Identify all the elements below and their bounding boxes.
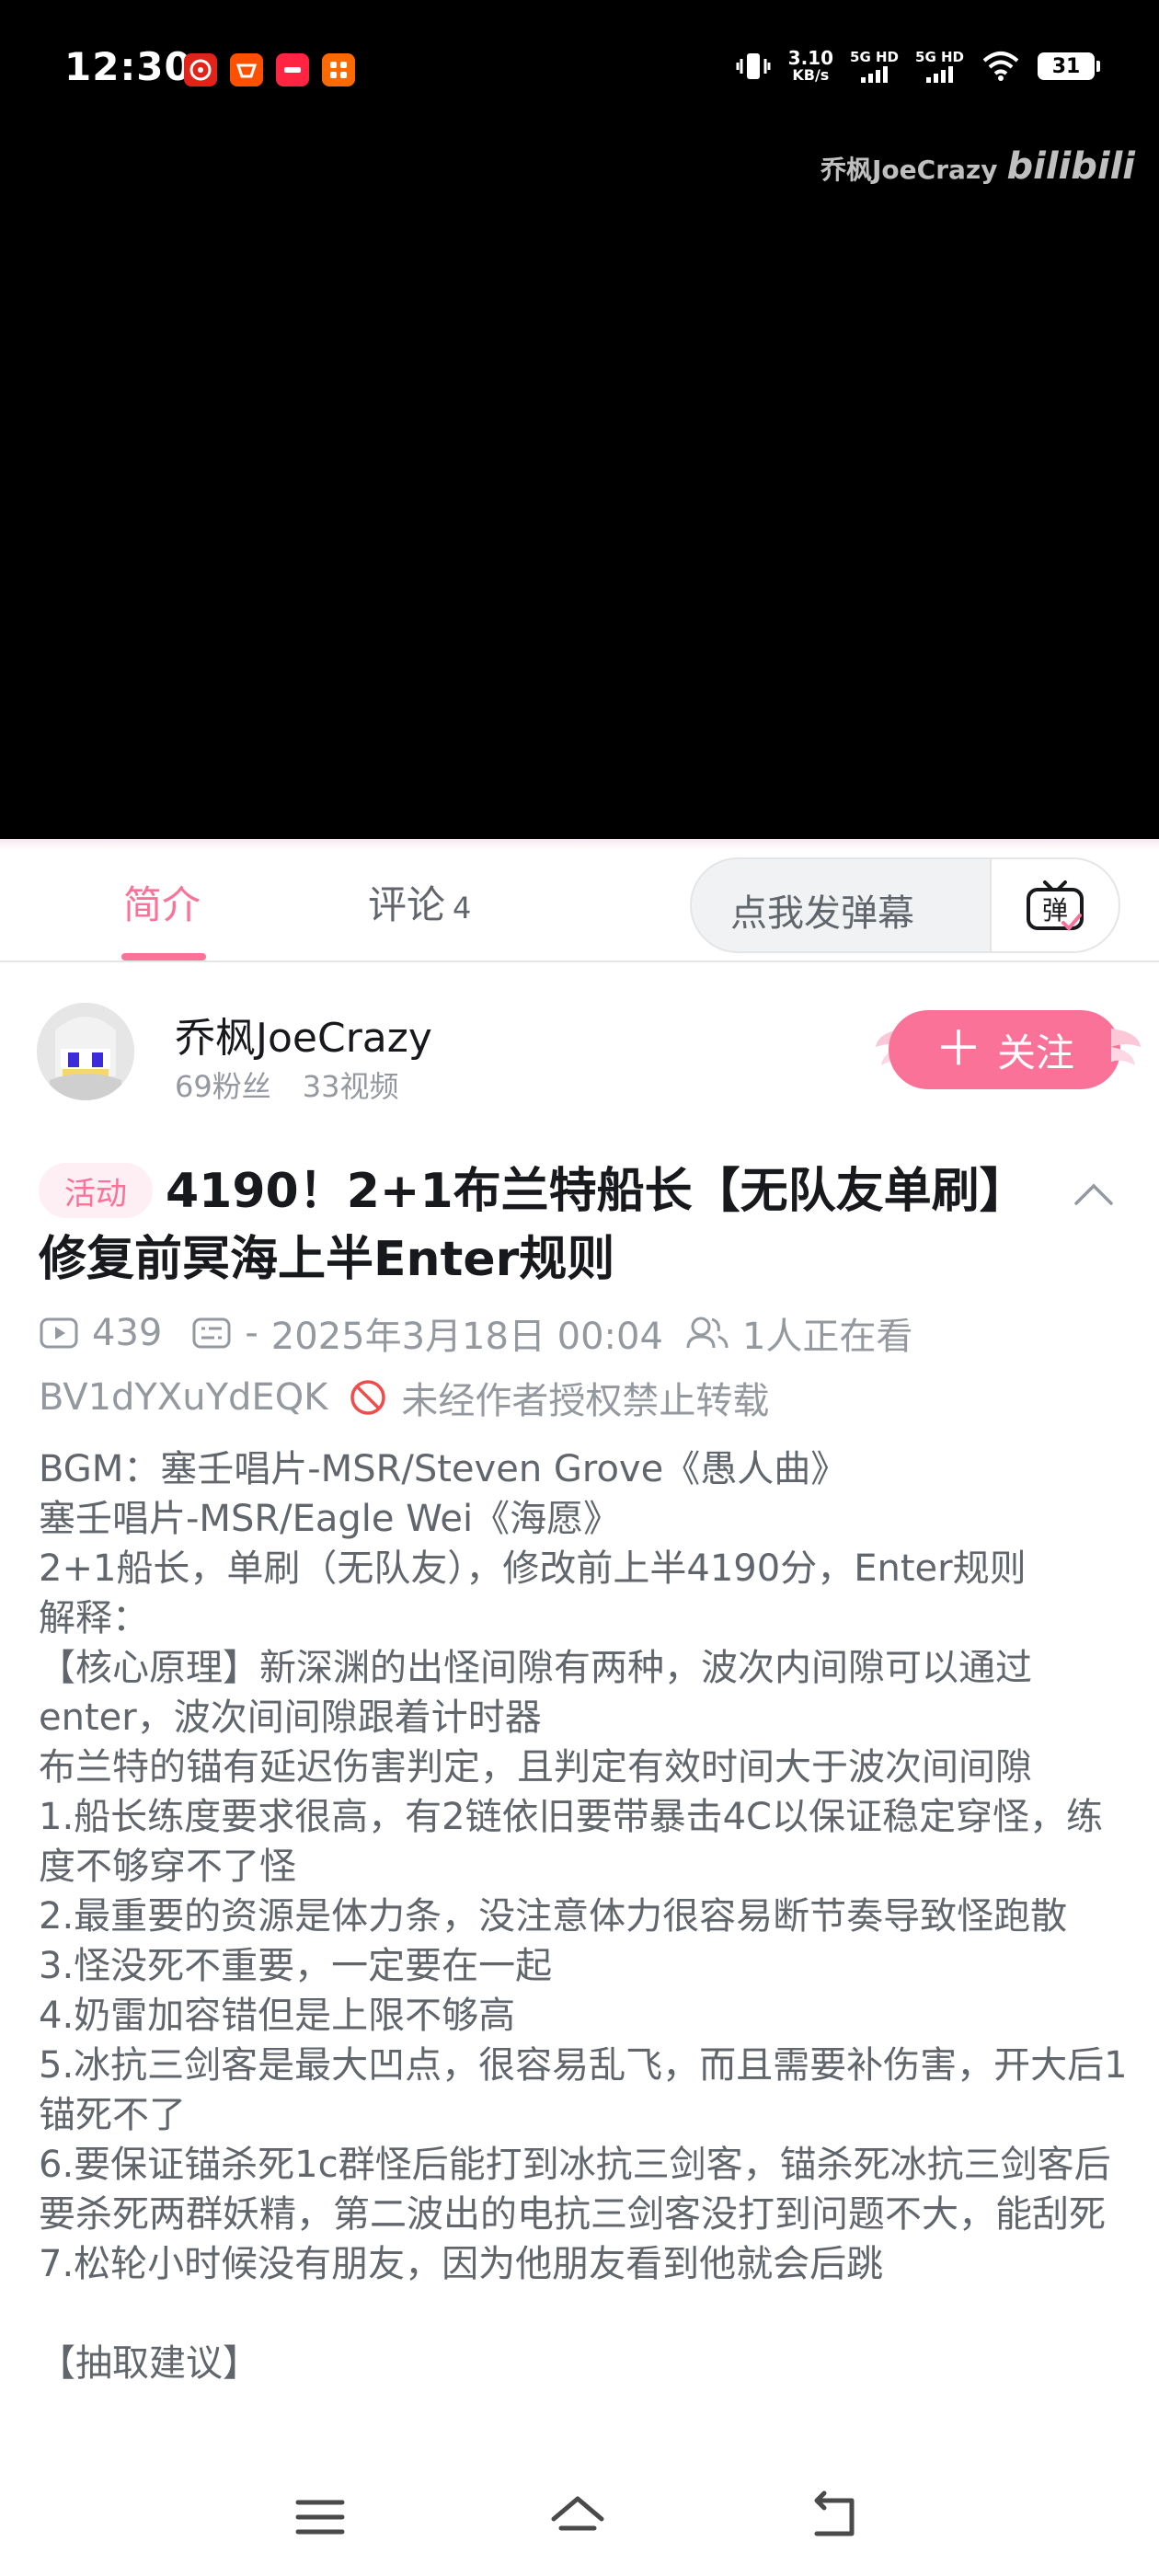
bvid[interactable]: BV1dYXuYdEQK	[39, 1376, 327, 1419]
comment-count: 4	[453, 891, 472, 926]
svg-text:弹: 弹	[1042, 895, 1068, 926]
wifi-icon	[982, 52, 1019, 81]
xiaohongshu-icon	[276, 53, 309, 86]
follow-label: 关注	[997, 1029, 1075, 1075]
description-line: 2.最重要的资源是体力条，没注意体力很容易断节奏导致怪跑散	[39, 1895, 1068, 1938]
description-line: 【抽取建议】	[39, 2342, 259, 2385]
vibrate-icon	[736, 53, 771, 79]
notification-icons	[184, 53, 355, 86]
follow-wing-right-icon	[1111, 1029, 1141, 1065]
collapse-chevron-up-icon[interactable]	[1073, 1174, 1115, 1216]
tab-comments-label: 评论	[368, 882, 446, 927]
sim2-label: 5G HD	[915, 49, 964, 65]
sim2-signal-icon: 5G HD	[915, 50, 964, 83]
bilibili-logo: bilibili	[1006, 145, 1135, 188]
description-line: 6.要保证锚杀死1c群怪后能打到冰抗三剑客，锚杀死冰抗三剑客后要杀死两群妖精，第…	[39, 2144, 1111, 2236]
net-speed-unit: KB/s	[792, 66, 830, 84]
avatar-image	[37, 1003, 134, 1100]
tab-comments[interactable]: 评论 4	[368, 874, 471, 930]
no-repost-icon	[350, 1380, 386, 1415]
system-nav-bar	[0, 2456, 1159, 2576]
video-description: BGM：塞壬唱片-MSR/Steven Grove《愚人曲》 塞壬唱片-MSR/…	[39, 1444, 1133, 2388]
danmaku-count: -	[245, 1312, 258, 1354]
status-bar: 12:30 3.10 KB/s 5G HD 5G HD 31	[0, 0, 1159, 138]
uploader-avatar[interactable]	[37, 1003, 134, 1100]
play-count-icon	[40, 1317, 78, 1349]
description-line: 【核心原理】新深渊的出怪间隙有两种，波次内间隙可以通过enter，波次间间隙跟着…	[39, 1647, 1032, 1739]
home-icon[interactable]	[548, 2488, 607, 2547]
description-line: 5.冰抗三剑客是最大凹点，很容易乱飞，而且需要补伤害，开大后1锚死不了	[39, 2044, 1128, 2136]
video-meta-secondary: BV1dYXuYdEQK 未经作者授权禁止转载	[39, 1371, 769, 1424]
uploader-stats: 69粉丝 33视频	[175, 1064, 398, 1106]
status-time: 12:30	[64, 44, 192, 89]
watermark-name: 乔枫JoeCrazy	[820, 155, 998, 185]
description-line: 解释：	[39, 1597, 149, 1639]
uploader-name[interactable]: 乔枫JoeCrazy	[175, 1005, 432, 1064]
publish-date: 2025年3月18日 00:04	[270, 1316, 663, 1358]
watching-count: 1人正在看	[741, 1316, 913, 1358]
tab-intro-label: 简介	[123, 882, 201, 927]
taobao-icon	[230, 53, 263, 86]
uploader-fans: 69粉丝	[175, 1069, 271, 1104]
tab-active-indicator	[121, 953, 206, 960]
network-speed: 3.10 KB/s	[788, 49, 833, 84]
menu-icon[interactable]	[291, 2488, 350, 2547]
follow-button[interactable]: ＋ 关注	[889, 1010, 1120, 1089]
description-line: 7.松轮小时候没有朋友，因为他朋友看到他就会后跳	[39, 2243, 884, 2285]
description-line: 布兰特的锚有延迟伤害判定，且判定有效时间大于波次间间隙	[39, 1746, 1032, 1788]
description-line: 3.怪没死不重要，一定要在一起	[39, 1945, 553, 1987]
view-count: 439	[92, 1312, 163, 1354]
copyright-notice: 未经作者授权禁止转载	[401, 1380, 770, 1422]
uploader-videos: 33视频	[302, 1069, 399, 1104]
back-icon[interactable]	[806, 2488, 865, 2547]
description-line: 4.奶雷加容错但是上限不够高	[39, 1995, 516, 2037]
tab-bar: 简介 评论 4 点我发弹幕 弹	[0, 839, 1159, 962]
danmaku-toggle-button[interactable]: 弹	[990, 859, 1119, 951]
plus-icon: ＋	[934, 1022, 982, 1077]
sim1-signal-icon: 5G HD	[850, 50, 899, 83]
status-indicators: 3.10 KB/s 5G HD 5G HD 31	[735, 48, 1100, 85]
danmaku-tv-icon: 弹	[1027, 880, 1084, 931]
sim1-label: 5G HD	[850, 49, 900, 65]
danmaku-count-icon	[192, 1317, 231, 1349]
watching-people-icon	[686, 1317, 729, 1349]
danmaku-input[interactable]: 点我发弹幕 弹	[690, 857, 1120, 953]
video-meta: 439 - 2025年3月18日 00:04 1人正在看	[39, 1306, 912, 1360]
video-player[interactable]: 12:30 3.10 KB/s 5G HD 5G HD 31 乔枫JoeCraz…	[0, 0, 1159, 839]
video-watermark: 乔枫JoeCrazy bilibili	[820, 145, 1135, 188]
netease-music-icon	[184, 53, 217, 86]
video-title: 4190！2+1布兰特船长【无队友单刷】修复前冥海上半Enter规则	[39, 1164, 1027, 1287]
danmaku-placeholder: 点我发弹幕	[730, 892, 914, 935]
net-speed-value: 3.10	[787, 47, 834, 69]
tab-bar-gradient	[0, 839, 1159, 850]
activity-badge[interactable]: 活动	[39, 1163, 153, 1218]
battery-icon: 31	[1038, 52, 1100, 80]
description-line: 1.船长练度要求很高，有2链依旧要带暴击4C以保证稳定穿怪，练度不够穿不了怪	[39, 1796, 1103, 1888]
description-line: BGM：塞壬唱片-MSR/Steven Grove《愚人曲》	[39, 1448, 848, 1490]
meituan-icon	[322, 53, 355, 86]
description-line: 塞壬唱片-MSR/Eagle Wei《海愿》	[39, 1498, 621, 1540]
tab-intro[interactable]: 简介	[123, 874, 201, 930]
description-line: 2+1船长，单刷（无队友），修改前上半4190分，Enter规则	[39, 1547, 1027, 1590]
